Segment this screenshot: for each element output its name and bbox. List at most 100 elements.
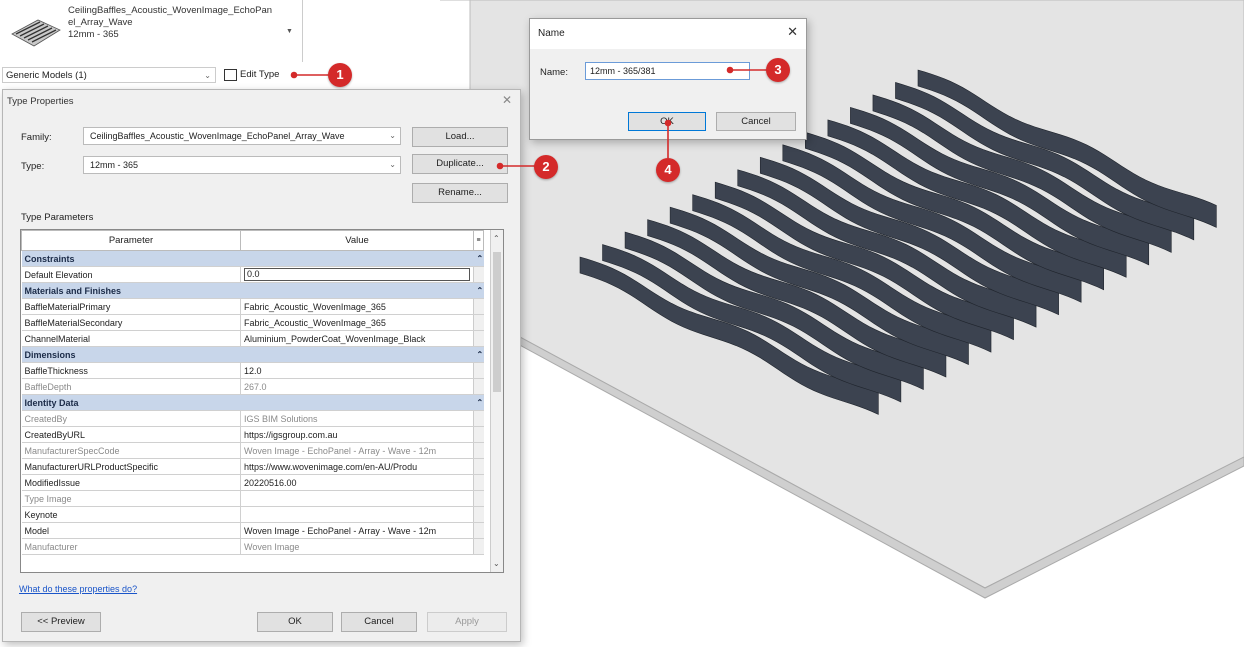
grid-scrollbar[interactable]: ⌃ ⌄: [490, 230, 503, 572]
param-value[interactable]: Woven Image - EchoPanel - Array - Wave -…: [240, 522, 474, 539]
param-value: IGS BIM Solutions: [240, 410, 474, 427]
table-row[interactable]: ChannelMaterial Aluminium_PowderCoat_Wove…: [21, 330, 484, 347]
family-type-selector[interactable]: CeilingBaffles_Acoustic_WovenImage_EchoP…: [0, 0, 303, 62]
scroll-down-icon[interactable]: ⌄: [493, 559, 500, 568]
help-link[interactable]: What do these properties do?: [19, 584, 137, 594]
param-name: BaffleMaterialSecondary: [21, 314, 241, 331]
group-label: Dimensions: [21, 346, 474, 363]
scroll-up-icon[interactable]: ⌃: [493, 234, 500, 243]
param-value: 267.0: [240, 378, 474, 395]
group-row[interactable]: Constraints ⌃: [21, 250, 484, 267]
column-header-parameter[interactable]: Parameter: [21, 230, 241, 251]
param-value[interactable]: https://www.wovenimage.com/en-AU/Produ: [240, 458, 474, 475]
table-row: Manufacturer Woven Image: [21, 538, 484, 555]
name-input[interactable]: 12mm - 365/381: [585, 62, 750, 80]
param-value[interactable]: https://igsgroup.com.au: [240, 426, 474, 443]
param-name: Manufacturer: [21, 538, 241, 555]
type-label: Type:: [21, 161, 45, 172]
param-value[interactable]: Fabric_Acoustic_WovenImage_365: [240, 314, 474, 331]
edit-type-button[interactable]: Edit Type: [222, 67, 279, 83]
edit-type-label: Edit Type: [240, 69, 280, 80]
close-icon[interactable]: ✕: [502, 93, 512, 107]
name-dialog: Name ✕ Name: 12mm - 365/381 OK Cancel: [529, 18, 807, 140]
table-row[interactable]: ManufacturerURLProductSpecific https://ww…: [21, 458, 484, 475]
table-row[interactable]: BaffleThickness 12.0: [21, 362, 484, 379]
param-name: Keynote: [21, 506, 241, 523]
chevron-down-icon[interactable]: ▼: [286, 28, 293, 35]
param-value[interactable]: 12.0: [240, 362, 474, 379]
param-value: Woven Image: [240, 538, 474, 555]
name-label: Name:: [540, 67, 568, 78]
family-thumbnail: [11, 19, 61, 47]
ok-button[interactable]: OK: [628, 112, 706, 131]
param-value: Woven Image - EchoPanel - Array - Wave -…: [240, 442, 474, 459]
family-dropdown[interactable]: CeilingBaffles_Acoustic_WovenImage_EchoP…: [83, 127, 401, 145]
callout-marker: 1: [328, 63, 352, 87]
collapse-icon[interactable]: ⌃: [473, 282, 484, 299]
load-button[interactable]: Load...: [412, 127, 508, 147]
collapse-icon[interactable]: ⌃: [473, 250, 484, 267]
table-row[interactable]: BaffleMaterialPrimary Fabric_Acoustic_Wov…: [21, 298, 484, 315]
group-row[interactable]: Identity Data ⌃: [21, 394, 484, 411]
type-properties-dialog: Type Properties ✕ Family: CeilingBaffles…: [2, 89, 521, 642]
param-name: Model: [21, 522, 241, 539]
group-label: Materials and Finishes: [21, 282, 474, 299]
family-dropdown-value: CeilingBaffles_Acoustic_WovenImage_EchoP…: [90, 131, 345, 141]
param-name: CreatedByURL: [21, 426, 241, 443]
param-value-input[interactable]: 0.0: [244, 268, 470, 281]
param-name: Default Elevation: [21, 266, 241, 283]
callout-marker: 2: [534, 155, 558, 179]
callout-marker: 3: [766, 58, 790, 82]
param-value[interactable]: 20220516.00: [240, 474, 474, 491]
param-name: ModifiedIssue: [21, 474, 241, 491]
table-row[interactable]: ModifiedIssue 20220516.00: [21, 474, 484, 491]
param-name: ManufacturerSpecCode: [21, 442, 241, 459]
param-value[interactable]: Fabric_Acoustic_WovenImage_365: [240, 298, 474, 315]
table-row: Type Image: [21, 490, 484, 507]
table-row[interactable]: CreatedByURL https://igsgroup.com.au: [21, 426, 484, 443]
table-row[interactable]: BaffleMaterialSecondary Fabric_Acoustic_W…: [21, 314, 484, 331]
table-row: ManufacturerSpecCode Woven Image - EchoPa…: [21, 442, 484, 459]
param-name: ChannelMaterial: [21, 330, 241, 347]
column-sort-toggle[interactable]: ≡: [473, 230, 484, 251]
collapse-icon[interactable]: ⌃: [473, 394, 484, 411]
group-label: Constraints: [21, 250, 474, 267]
param-value[interactable]: [240, 506, 474, 523]
rename-button[interactable]: Rename...: [412, 183, 508, 203]
table-row[interactable]: Keynote: [21, 506, 484, 523]
family-type: 12mm - 365: [68, 29, 119, 40]
group-row[interactable]: Materials and Finishes ⌃: [21, 282, 484, 299]
param-value: [240, 490, 474, 507]
param-name: CreatedBy: [21, 410, 241, 427]
collapse-icon[interactable]: ⌃: [473, 346, 484, 363]
dialog-title: Name: [538, 28, 565, 39]
cancel-button[interactable]: Cancel: [341, 612, 417, 632]
chevron-down-icon: ⌄: [204, 71, 211, 80]
type-parameters-label: Type Parameters: [21, 212, 94, 223]
scrollbar-thumb[interactable]: [493, 252, 501, 392]
table-row[interactable]: Default Elevation 0.0: [21, 266, 484, 283]
type-dropdown[interactable]: 12mm - 365 ⌄: [83, 156, 401, 174]
type-dropdown-value: 12mm - 365: [90, 160, 139, 170]
table-row[interactable]: Model Woven Image - EchoPanel - Array - W…: [21, 522, 484, 539]
param-value[interactable]: Aluminium_PowderCoat_WovenImage_Black: [240, 330, 474, 347]
column-header-value[interactable]: Value: [240, 230, 474, 251]
ok-button[interactable]: OK: [257, 612, 333, 632]
duplicate-button[interactable]: Duplicate...: [412, 154, 508, 174]
group-row[interactable]: Dimensions ⌃: [21, 346, 484, 363]
cancel-button[interactable]: Cancel: [716, 112, 796, 131]
family-label: Family:: [21, 132, 52, 143]
param-name: BaffleThickness: [21, 362, 241, 379]
category-filter-label: Generic Models (1): [6, 70, 87, 81]
family-name: CeilingBaffles_Acoustic_WovenImage_EchoP…: [68, 5, 273, 28]
close-icon[interactable]: ✕: [787, 24, 798, 40]
category-filter-dropdown[interactable]: Generic Models (1) ⌄: [2, 67, 216, 83]
param-name: ManufacturerURLProductSpecific: [21, 458, 241, 475]
dialog-titlebar: Name ✕: [530, 19, 806, 49]
type-parameters-grid: Parameter Value ≡ Constraints ⌃ Default E…: [20, 229, 504, 573]
table-row: BaffleDepth 267.0: [21, 378, 484, 395]
properties-filter-bar: Generic Models (1) ⌄ Edit Type: [0, 64, 302, 88]
dialog-title: Type Properties: [7, 96, 74, 107]
chevron-down-icon: ⌄: [389, 131, 396, 140]
preview-button[interactable]: << Preview: [21, 612, 101, 632]
